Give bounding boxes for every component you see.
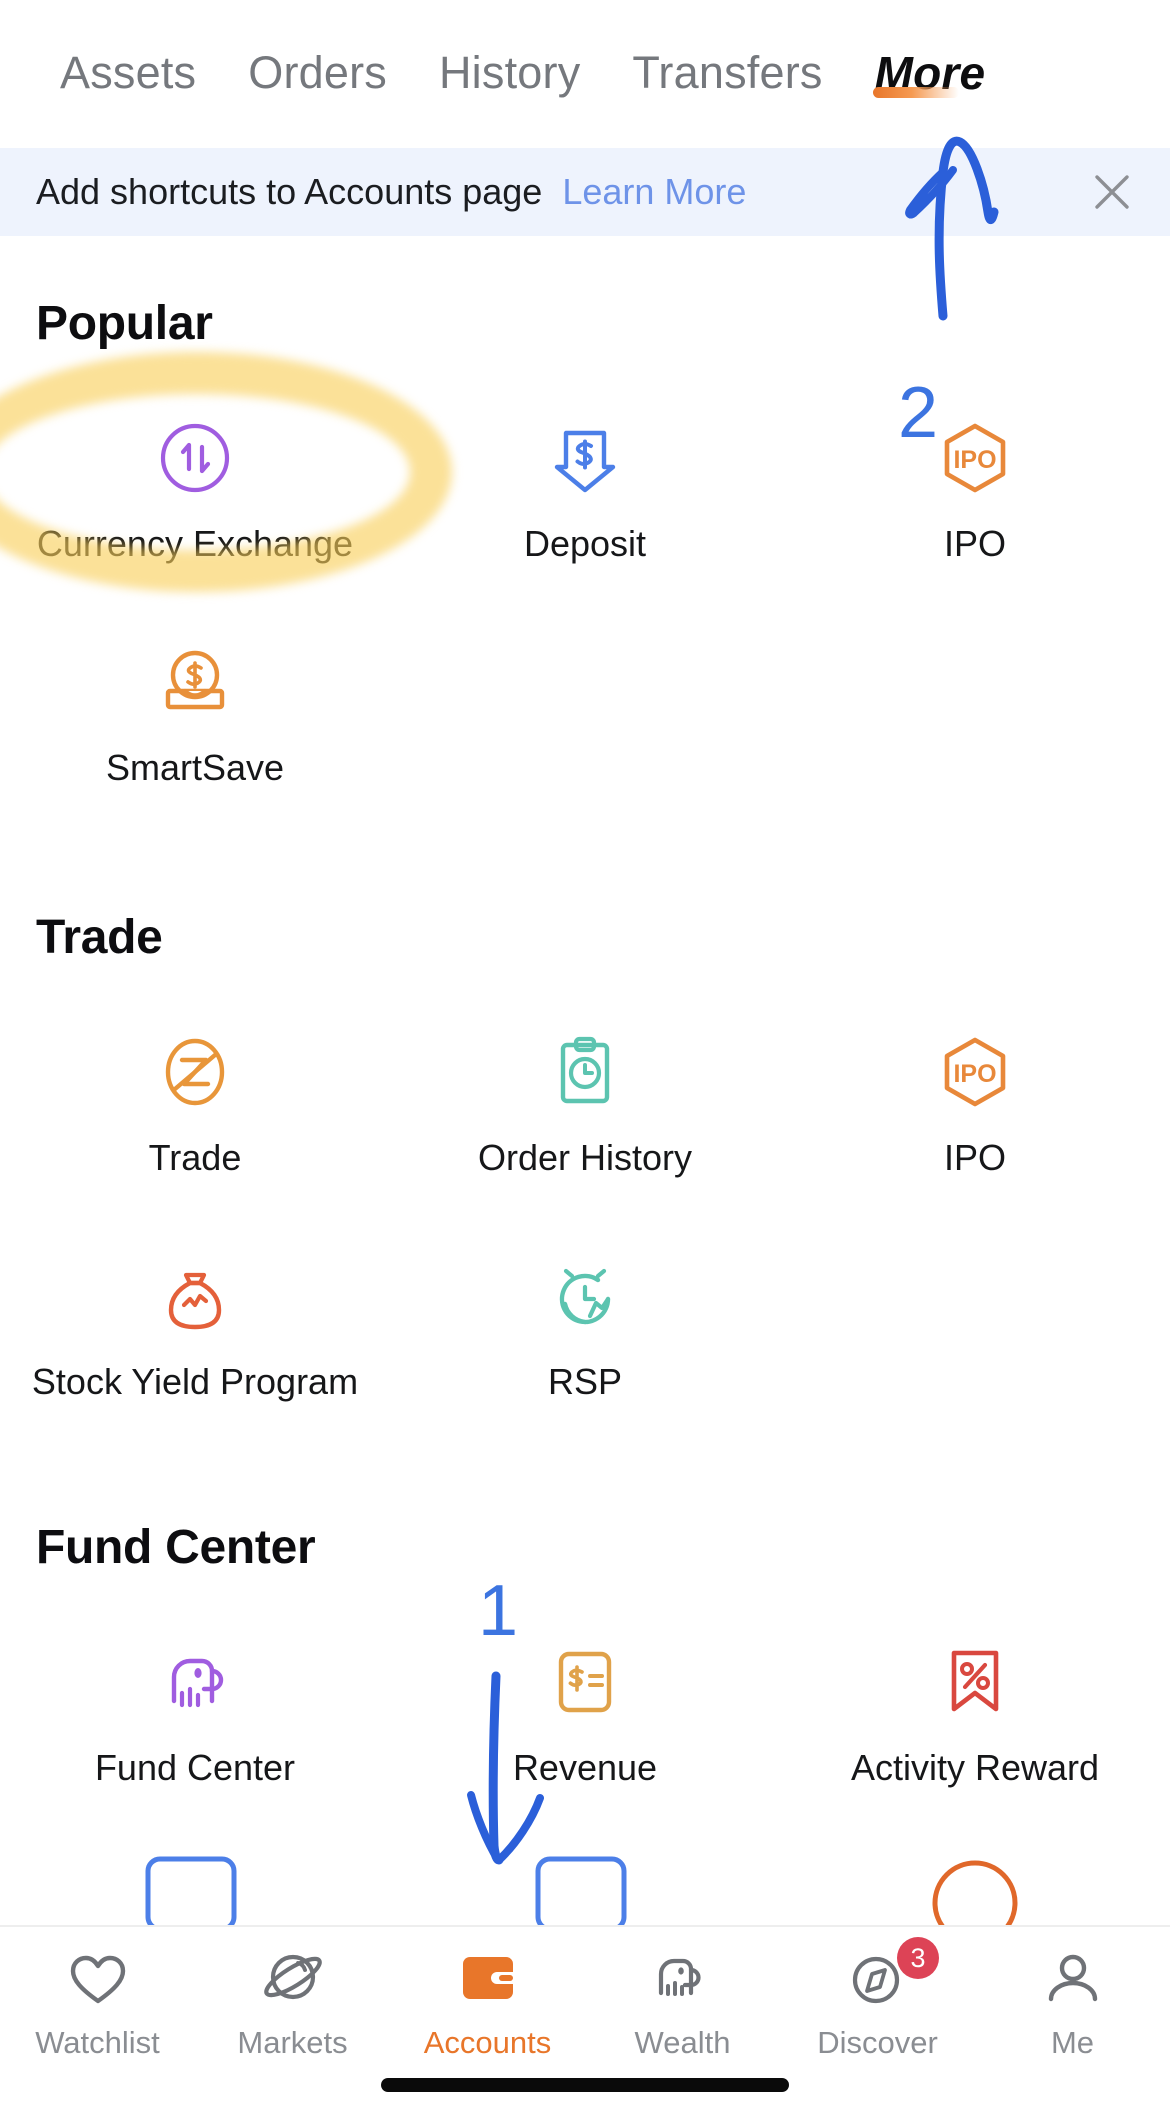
trade-tile-grid: Trade Order History IPO IPO Stock Yield … [0,1017,1170,1403]
tile-fund-center[interactable]: Fund Center [0,1627,390,1789]
tile-deposit[interactable]: Deposit [390,403,780,565]
popular-tile-grid: Currency Exchange Deposit IPO IPO SmartS… [0,403,1170,789]
section-trade: Trade Trade Order History IPO IPO Stock … [0,910,1170,1403]
tile-label: Fund Center [94,1747,296,1788]
section-popular: Popular Currency Exchange Deposit IPO IP… [0,296,1170,789]
tile-activity-reward[interactable]: Activity Reward [780,1627,1170,1789]
tile-rsp[interactable]: RSP [390,1241,780,1403]
tile-stock-yield-program[interactable]: Stock Yield Program [0,1241,390,1403]
trade-z-icon [154,1031,236,1113]
fund-center-tile-grid: Fund Center Revenue Activity Reward [0,1627,1170,1789]
nav-item-me[interactable]: Me [975,1927,1170,2061]
nav-label: Me [1050,2025,1095,2060]
person-icon [1042,1949,1104,2011]
nav-item-wealth[interactable]: Wealth [585,1927,780,2061]
tile-label: Order History [477,1137,693,1178]
annotation-number-2: 2 [898,373,939,453]
section-popular-title: Popular [36,297,213,350]
home-indicator [381,2078,789,2092]
nav-item-accounts[interactable]: Accounts [390,1927,585,2061]
tile-label: IPO [943,523,1006,564]
tile-order-history[interactable]: Order History [390,1017,780,1179]
smartsave-coin-icon [154,641,236,723]
wallet-icon [457,1949,519,2011]
nav-label: Wealth [634,2025,731,2060]
section-fund-center: Fund Center Fund Center Revenue Activity… [0,1520,1170,1789]
nav-item-markets[interactable]: Markets [195,1927,390,2061]
tile-ipo-trade[interactable]: IPO IPO [780,1017,1170,1179]
tile-ipo-popular[interactable]: IPO IPO [780,403,1170,565]
tile-label: Stock Yield Program [31,1361,359,1402]
tab-assets[interactable]: Assets [34,47,222,99]
percent-ribbon-icon [934,1641,1016,1723]
deposit-arrow-icon [544,417,626,499]
tab-history[interactable]: History [413,47,606,99]
order-history-icon [544,1031,626,1113]
nav-label: Discover [817,2025,938,2060]
shortcut-banner: Add shortcuts to Accounts page Learn Mor… [0,148,1170,236]
section-fund-center-title: Fund Center [36,1521,316,1574]
section-trade-title: Trade [36,911,163,964]
tile-label: Trade [148,1137,242,1178]
tab-orders[interactable]: Orders [222,47,413,99]
nav-label: Watchlist [35,2025,160,2060]
tile-label: Activity Reward [850,1747,1100,1788]
tile-trade[interactable]: Trade [0,1017,390,1179]
tab-orders-label: Orders [248,46,387,98]
alarm-clock-icon [544,1255,626,1337]
elephant-icon [652,1949,714,2011]
nav-item-watchlist[interactable]: Watchlist [0,1927,195,2061]
elephant-chart-icon [154,1641,236,1723]
tile-label: SmartSave [105,747,285,788]
annotation-number-1: 1 [478,1571,519,1651]
tab-transfers-label: Transfers [632,46,823,98]
nav-item-discover[interactable]: 3 Discover [780,1927,975,2061]
tile-currency-exchange[interactable]: Currency Exchange [0,403,390,565]
currency-exchange-icon [154,417,236,499]
nav-label: Accounts [423,2025,552,2060]
tab-history-label: History [438,46,581,98]
tile-smartsave[interactable]: SmartSave [0,627,390,789]
tile-label: Revenue [512,1747,658,1788]
tile-revenue[interactable]: Revenue [390,1627,780,1789]
ipo-hexagon-icon: IPO [934,417,1016,499]
banner-learn-more-link[interactable]: Learn More [562,171,746,213]
discover-badge: 3 [897,1937,939,1979]
tile-label: RSP [547,1361,623,1402]
banner-text: Add shortcuts to Accounts page [36,171,543,212]
planet-icon [262,1949,324,2011]
nav-label: Markets [237,2025,348,2060]
tile-label: Deposit [523,523,647,564]
tab-more[interactable]: More [849,46,1012,100]
partial-tile-row [0,1845,1170,1925]
ipo-hexagon-icon: IPO [934,1031,1016,1113]
tile-label: IPO [943,1137,1006,1178]
top-tab-bar: Assets Orders History Transfers More [0,0,1170,145]
svg-text:IPO: IPO [953,446,996,474]
svg-text:IPO: IPO [953,1060,996,1088]
close-icon[interactable] [1090,170,1134,214]
tab-transfers[interactable]: Transfers [606,47,848,99]
active-tab-underline [872,86,959,98]
revenue-card-icon [544,1641,626,1723]
heart-icon [67,1949,129,2011]
money-bag-chart-icon [154,1255,236,1337]
tile-label: Currency Exchange [36,523,354,564]
tab-assets-label: Assets [60,46,197,98]
